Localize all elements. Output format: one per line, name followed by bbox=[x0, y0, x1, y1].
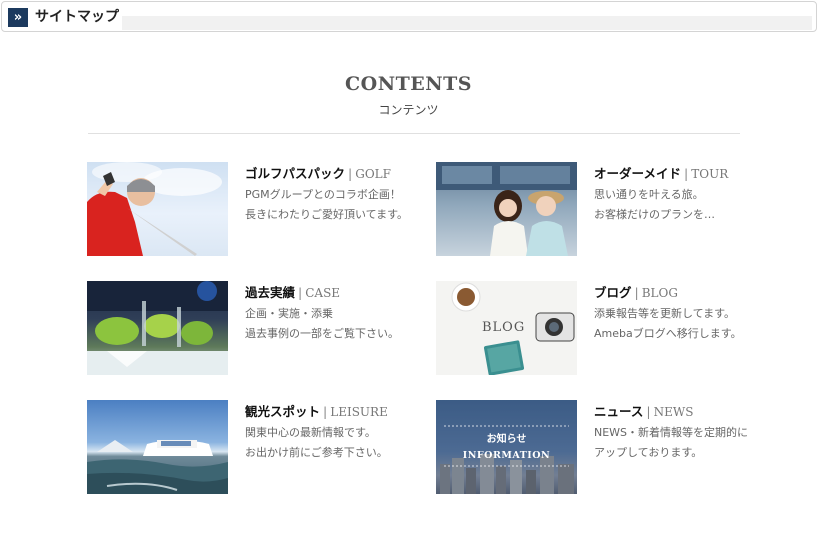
card-desc-line2: Amebaブログへ移行します。 bbox=[594, 327, 742, 340]
double-chevron-right-icon: » bbox=[8, 8, 28, 27]
contents-title: CONTENTS bbox=[345, 73, 472, 95]
card-title[interactable]: ニュース | NEWS bbox=[594, 402, 764, 422]
card-news[interactable]: お知らせ INFORMATION ニュース | NEWS NEWS・新着情報等を定期… bbox=[436, 400, 756, 495]
card-desc-line1: NEWS・新着情報等を定期的に bbox=[594, 426, 749, 439]
card-desc-line1: PGMグループとのコラボ企画！ bbox=[245, 188, 401, 201]
card-title-jp[interactable]: オーダーメイド bbox=[594, 166, 681, 181]
title-separator: | bbox=[634, 285, 639, 300]
card-title[interactable]: オーダーメイド | TOUR bbox=[594, 164, 764, 184]
divider bbox=[88, 133, 740, 134]
title-separator: | bbox=[323, 404, 328, 419]
case-thumbnail[interactable] bbox=[87, 281, 228, 375]
card-tour[interactable]: オーダーメイド | TOUR 思い通りを叶える旅。 お客様だけのプランを… bbox=[436, 162, 756, 257]
card-title-en[interactable]: NEWS bbox=[654, 405, 694, 419]
sitemap-title: サイトマップ bbox=[35, 9, 119, 25]
title-separator: | bbox=[684, 166, 689, 181]
card-blog[interactable]: BLOG ブログ | BLOG 添乗報告等を更新してます。 Amebaブログへ移行し… bbox=[436, 281, 756, 376]
card-desc-line2: お出かけ前にご参考下さい。 bbox=[245, 446, 388, 459]
blog-thumbnail[interactable]: BLOG bbox=[436, 281, 577, 375]
card-desc-line2: アップしております。 bbox=[594, 446, 703, 459]
card-title-en[interactable]: TOUR bbox=[691, 167, 728, 181]
card-title[interactable]: ブログ | BLOG bbox=[594, 283, 764, 303]
card-desc-line2: お客様だけのプランを… bbox=[594, 208, 715, 221]
card-desc-line1: 添乗報告等を更新してます。 bbox=[594, 307, 736, 320]
card-case[interactable]: 過去実績 | CASE 企画・実施・添乗 過去事例の一部をご覧下さい。 bbox=[87, 281, 407, 376]
title-separator: | bbox=[298, 285, 303, 300]
card-title[interactable]: 観光スポット | LEISURE bbox=[245, 402, 415, 422]
sitemap-header: » サイトマップ bbox=[1, 1, 817, 32]
news-thumb-en: INFORMATION bbox=[463, 450, 550, 461]
card-title-en[interactable]: CASE bbox=[305, 286, 340, 300]
news-thumbnail[interactable]: お知らせ INFORMATION bbox=[436, 400, 577, 494]
card-title[interactable]: ゴルフパスパック | GOLF bbox=[245, 164, 415, 184]
golf-thumbnail[interactable] bbox=[87, 162, 228, 256]
title-separator: | bbox=[646, 404, 651, 419]
card-title-jp[interactable]: 過去実績 bbox=[245, 285, 295, 300]
card-desc-line2: 過去事例の一部をご覧下さい。 bbox=[245, 327, 399, 340]
card-desc-line1: 思い通りを叶える旅。 bbox=[594, 188, 704, 201]
card-title-jp[interactable]: 観光スポット bbox=[245, 404, 320, 419]
card-golf[interactable]: ゴルフパスパック | GOLF PGMグループとのコラボ企画！ 長きにわたりご愛好頂… bbox=[87, 162, 408, 257]
tour-thumbnail[interactable] bbox=[436, 162, 577, 256]
card-title-jp[interactable]: ニュース bbox=[594, 404, 643, 419]
card-title-en[interactable]: BLOG bbox=[642, 286, 678, 300]
card-title-jp[interactable]: ゴルフパスパック bbox=[245, 166, 345, 181]
card-title-en[interactable]: LEISURE bbox=[330, 405, 388, 419]
card-desc-line2: 長きにわたりご愛好頂いてます。 bbox=[245, 208, 409, 221]
contents-subtitle: コンテンツ bbox=[378, 103, 439, 117]
header-strip bbox=[122, 16, 812, 30]
card-desc-line1: 企画・実施・添乗 bbox=[245, 307, 333, 320]
blog-thumb-text: BLOG bbox=[482, 320, 525, 335]
card-title[interactable]: 過去実績 | CASE bbox=[245, 283, 415, 303]
leisure-thumbnail[interactable] bbox=[87, 400, 228, 494]
card-title-jp[interactable]: ブログ bbox=[594, 285, 632, 300]
card-desc-line1: 関東中心の最新情報です。 bbox=[245, 426, 376, 439]
card-title-en[interactable]: GOLF bbox=[355, 167, 391, 181]
title-separator: | bbox=[348, 166, 353, 181]
news-thumb-jp: お知らせ bbox=[487, 432, 527, 445]
card-leisure[interactable]: 観光スポット | LEISURE 関東中心の最新情報です。 お出かけ前にご参考下さい… bbox=[87, 400, 407, 495]
